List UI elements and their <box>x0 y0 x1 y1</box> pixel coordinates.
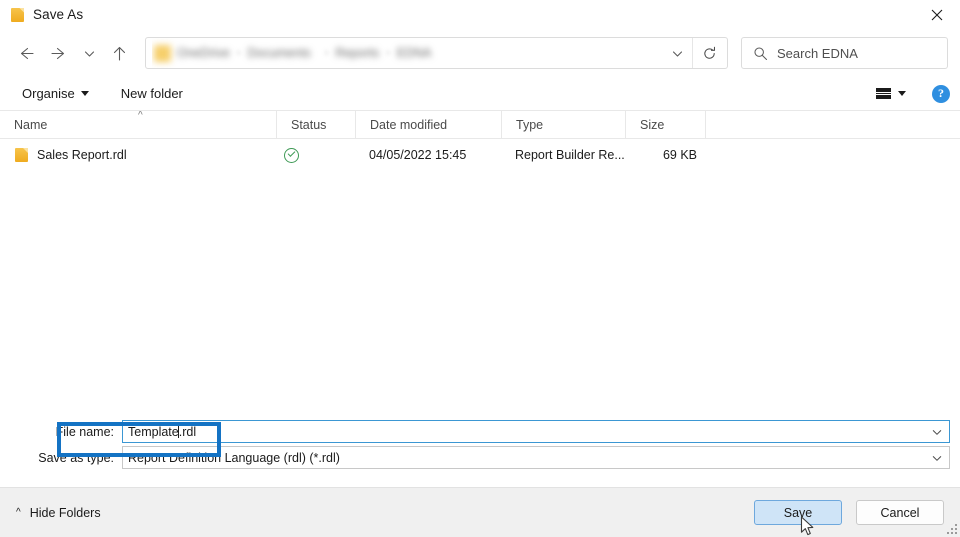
refresh-button[interactable] <box>692 38 725 68</box>
save-as-type-value: Report Definition Language (rdl) (*.rdl) <box>128 450 340 465</box>
file-name-value-before: Template <box>128 424 179 439</box>
column-header-spacer <box>705 111 960 138</box>
breadcrumb-separator: › <box>236 47 241 59</box>
up-one-level-button[interactable] <box>102 37 136 69</box>
address-bar[interactable]: OneDrive › Documents › Reports › EDNA <box>145 37 728 69</box>
chevron-up-icon: ^ <box>16 506 21 518</box>
close-button[interactable] <box>914 0 960 29</box>
new-folder-label: New folder <box>120 86 183 101</box>
new-folder-button[interactable]: New folder <box>111 83 193 104</box>
chevron-down-icon <box>84 50 94 57</box>
sort-ascending-icon: ^ <box>138 111 143 121</box>
chevron-down-icon <box>932 455 942 461</box>
resize-grip[interactable] <box>946 523 957 534</box>
column-header-date-modified[interactable]: Date modified <box>355 111 501 138</box>
table-row[interactable]: Sales Report.rdl 04/05/2022 15:45 Report… <box>0 140 960 170</box>
file-name-value[interactable]: Template.rdl <box>123 424 925 439</box>
file-size-cell: 69 KB <box>662 148 697 162</box>
chevron-down-icon <box>80 91 89 96</box>
file-name-row: File name: Template.rdl <box>0 420 950 443</box>
footer-buttons: Save Cancel <box>754 500 944 525</box>
report-file-icon <box>14 147 29 163</box>
window-title: Save As <box>33 7 84 22</box>
report-file-icon <box>10 7 25 23</box>
list-view-icon <box>876 88 891 99</box>
help-label: ? <box>938 86 944 100</box>
help-button[interactable]: ? <box>932 84 950 103</box>
hide-folders-label: Hide Folders <box>29 505 101 520</box>
column-header-date-modified-label: Date modified <box>370 117 448 132</box>
save-as-type-select[interactable]: Report Definition Language (rdl) (*.rdl) <box>122 446 950 469</box>
back-button[interactable] <box>8 37 42 69</box>
save-form-area: File name: Template.rdl Save as type: Re… <box>0 413 960 487</box>
breadcrumb[interactable]: OneDrive › Documents › Reports › EDNA <box>152 38 664 68</box>
save-button-label: Save <box>783 505 813 520</box>
file-name-value-after: .rdl <box>178 424 197 439</box>
file-status-cell <box>276 140 355 170</box>
forward-arrow-icon <box>50 47 64 59</box>
chevron-down-icon <box>932 429 942 435</box>
forward-button[interactable] <box>42 37 76 69</box>
save-as-type-dropdown-button[interactable] <box>925 447 949 468</box>
column-header-size-label: Size <box>640 117 665 132</box>
back-arrow-icon <box>20 47 34 59</box>
column-header-status[interactable]: Status <box>276 111 355 138</box>
cloud-synced-check-icon <box>284 147 299 163</box>
breadcrumb-separator: › <box>324 47 329 59</box>
file-type-cell: Report Builder Re... <box>515 148 625 162</box>
save-as-type-label-text: Save as type: <box>38 450 114 465</box>
column-header-name[interactable]: Name ^ <box>0 111 276 138</box>
column-header-size[interactable]: Size <box>625 111 705 138</box>
recent-locations-button[interactable] <box>76 37 102 69</box>
chevron-down-icon <box>898 91 906 96</box>
organise-label: Organise <box>22 86 75 101</box>
column-header-status-label: Status <box>291 117 327 132</box>
cancel-button[interactable]: Cancel <box>856 500 944 525</box>
breadcrumb-segment[interactable]: EDNA <box>395 46 434 60</box>
file-list-pane[interactable]: Name ^ Status Date modified Type Size Sa… <box>0 111 960 413</box>
breadcrumb-segment[interactable]: Documents <box>245 46 319 60</box>
breadcrumb-segment[interactable]: Reports <box>333 46 381 60</box>
column-header-name-label: Name <box>14 117 48 132</box>
file-name-label-text: File name: <box>55 424 114 439</box>
search-box[interactable]: Search EDNA <box>741 37 948 69</box>
breadcrumb-folder-icon <box>154 44 171 62</box>
navigation-bar: OneDrive › Documents › Reports › EDNA Se… <box>0 29 960 77</box>
column-header-type[interactable]: Type <box>501 111 625 138</box>
save-as-type-row: Save as type: Report Definition Language… <box>0 446 950 469</box>
save-button[interactable]: Save <box>754 500 842 525</box>
organise-button[interactable]: Organise <box>12 83 99 104</box>
up-arrow-icon <box>113 46 125 61</box>
cancel-button-label: Cancel <box>880 505 920 520</box>
address-dropdown-button[interactable] <box>664 38 690 68</box>
dialog-footer: ^ Hide Folders Save Cancel <box>0 487 960 537</box>
file-name-cell[interactable]: Sales Report.rdl <box>0 140 276 170</box>
command-bar-right: ? <box>870 84 950 103</box>
chevron-down-icon <box>672 50 682 57</box>
file-date-modified-cell: 04/05/2022 15:45 <box>369 148 467 162</box>
title-bar: Save As <box>0 0 960 29</box>
file-name-dropdown-button[interactable] <box>925 421 949 442</box>
breadcrumb-segment[interactable]: OneDrive <box>175 46 232 60</box>
view-options-button[interactable] <box>870 84 912 103</box>
search-icon <box>754 46 768 60</box>
save-as-dialog: Save As OneDrive › Documents › Reports ›… <box>0 0 960 537</box>
command-bar: Organise New folder ? <box>0 77 960 111</box>
search-input[interactable]: Search EDNA <box>777 46 858 61</box>
title-bar-left: Save As <box>0 7 83 23</box>
file-name-input[interactable]: Template.rdl <box>122 420 950 443</box>
close-icon <box>931 9 943 20</box>
file-name-label: Sales Report.rdl <box>37 148 127 162</box>
refresh-icon <box>703 46 715 59</box>
column-header-type-label: Type <box>516 117 544 132</box>
column-header-row: Name ^ Status Date modified Type Size <box>0 111 960 139</box>
breadcrumb-separator: › <box>386 47 390 59</box>
hide-folders-button[interactable]: ^ Hide Folders <box>16 506 101 520</box>
